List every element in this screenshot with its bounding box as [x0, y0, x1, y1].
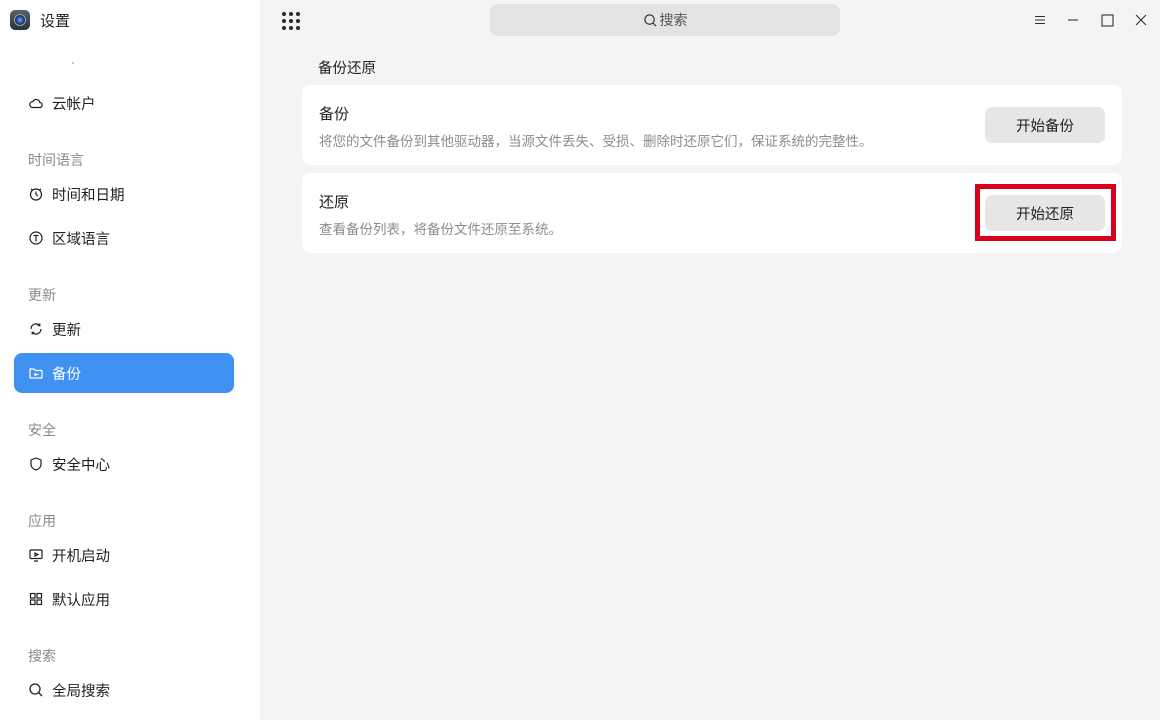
startup-icon — [29, 549, 43, 562]
sidebar-item-label: 时间和日期 — [52, 187, 125, 204]
sidebar-item-label: 开机启动 — [52, 548, 110, 565]
cloud-icon — [29, 98, 43, 109]
sidebar-item-backup[interactable]: 备份 — [14, 353, 234, 393]
scroll-hint-dot — [72, 62, 74, 64]
sidebar-item-time-date[interactable]: 时间和日期 — [14, 174, 234, 214]
search-icon — [29, 683, 43, 697]
minimize-icon — [1068, 19, 1078, 21]
sidebar-group-search: 搜索 — [28, 649, 56, 665]
search-icon — [643, 13, 657, 27]
sidebar-item-security-center[interactable]: 安全中心 — [14, 444, 234, 484]
sidebar-item-cloud-account[interactable]: 云帐户 — [14, 83, 234, 123]
start-restore-button[interactable]: 开始还原 — [985, 195, 1105, 231]
sidebar-item-label: 区域语言 — [52, 231, 110, 248]
clock-icon — [29, 188, 43, 201]
app-launcher-icon[interactable] — [282, 12, 300, 30]
restore-card-description: 查看备份列表，将备份文件还原至系统。 — [319, 222, 562, 238]
sidebar-group-apps: 应用 — [28, 514, 56, 530]
restore-card: 还原 查看备份列表，将备份文件还原至系统。 开始还原 — [302, 173, 1122, 253]
titlebar: 搜索 — [260, 0, 1160, 42]
sidebar-item-label: 备份 — [52, 366, 81, 383]
backup-card: 备份 将您的文件备份到其他驱动器，当源文件丢失、受损、删除时还原它们，保证系统的… — [302, 85, 1122, 165]
sidebar-item-label: 安全中心 — [52, 457, 110, 474]
close-icon — [1135, 14, 1147, 26]
folder-backup-icon — [29, 368, 43, 379]
sidebar-group-update: 更新 — [28, 288, 56, 304]
shield-icon — [30, 457, 42, 471]
search-placeholder: 搜索 — [659, 13, 688, 29]
menu-button[interactable] — [1032, 12, 1048, 28]
restore-card-title: 还原 — [319, 193, 350, 211]
language-icon — [29, 231, 43, 245]
sidebar-group-security: 安全 — [28, 423, 56, 439]
sidebar-item-label: 云帐户 — [52, 96, 96, 113]
sidebar: 设置 云帐户 时间语言 时间和日期 区域语言 更新 更新 备份 安全 安全中心 … — [0, 0, 260, 720]
sidebar-item-global-search[interactable]: 全局搜索 — [14, 670, 234, 710]
backup-card-description: 将您的文件备份到其他驱动器，当源文件丢失、受损、删除时还原它们，保证系统的完整性… — [319, 134, 873, 150]
search-input[interactable]: 搜索 — [490, 4, 840, 36]
hamburger-menu-icon — [1035, 16, 1045, 24]
maximize-button[interactable] — [1099, 12, 1115, 28]
start-backup-button[interactable]: 开始备份 — [985, 107, 1105, 143]
sidebar-item-update[interactable]: 更新 — [14, 309, 234, 349]
maximize-icon — [1100, 13, 1114, 27]
close-button[interactable] — [1133, 12, 1149, 28]
sidebar-item-default-apps[interactable]: 默认应用 — [14, 579, 234, 619]
sidebar-item-startup[interactable]: 开机启动 — [14, 535, 234, 575]
minimize-button[interactable] — [1065, 12, 1081, 28]
sidebar-item-label: 默认应用 — [52, 592, 110, 609]
sidebar-item-label: 全局搜索 — [52, 683, 110, 700]
grid-apps-icon — [29, 592, 43, 606]
app-title: 设置 — [40, 11, 71, 30]
sidebar-item-label: 更新 — [52, 322, 81, 339]
backup-card-title: 备份 — [319, 105, 350, 123]
app-icon — [10, 10, 30, 30]
sidebar-item-region-language[interactable]: 区域语言 — [14, 218, 234, 258]
refresh-icon — [30, 323, 42, 335]
sidebar-group-time-language: 时间语言 — [28, 153, 84, 169]
app-header: 设置 — [10, 8, 70, 32]
page-title: 备份还原 — [318, 61, 376, 77]
